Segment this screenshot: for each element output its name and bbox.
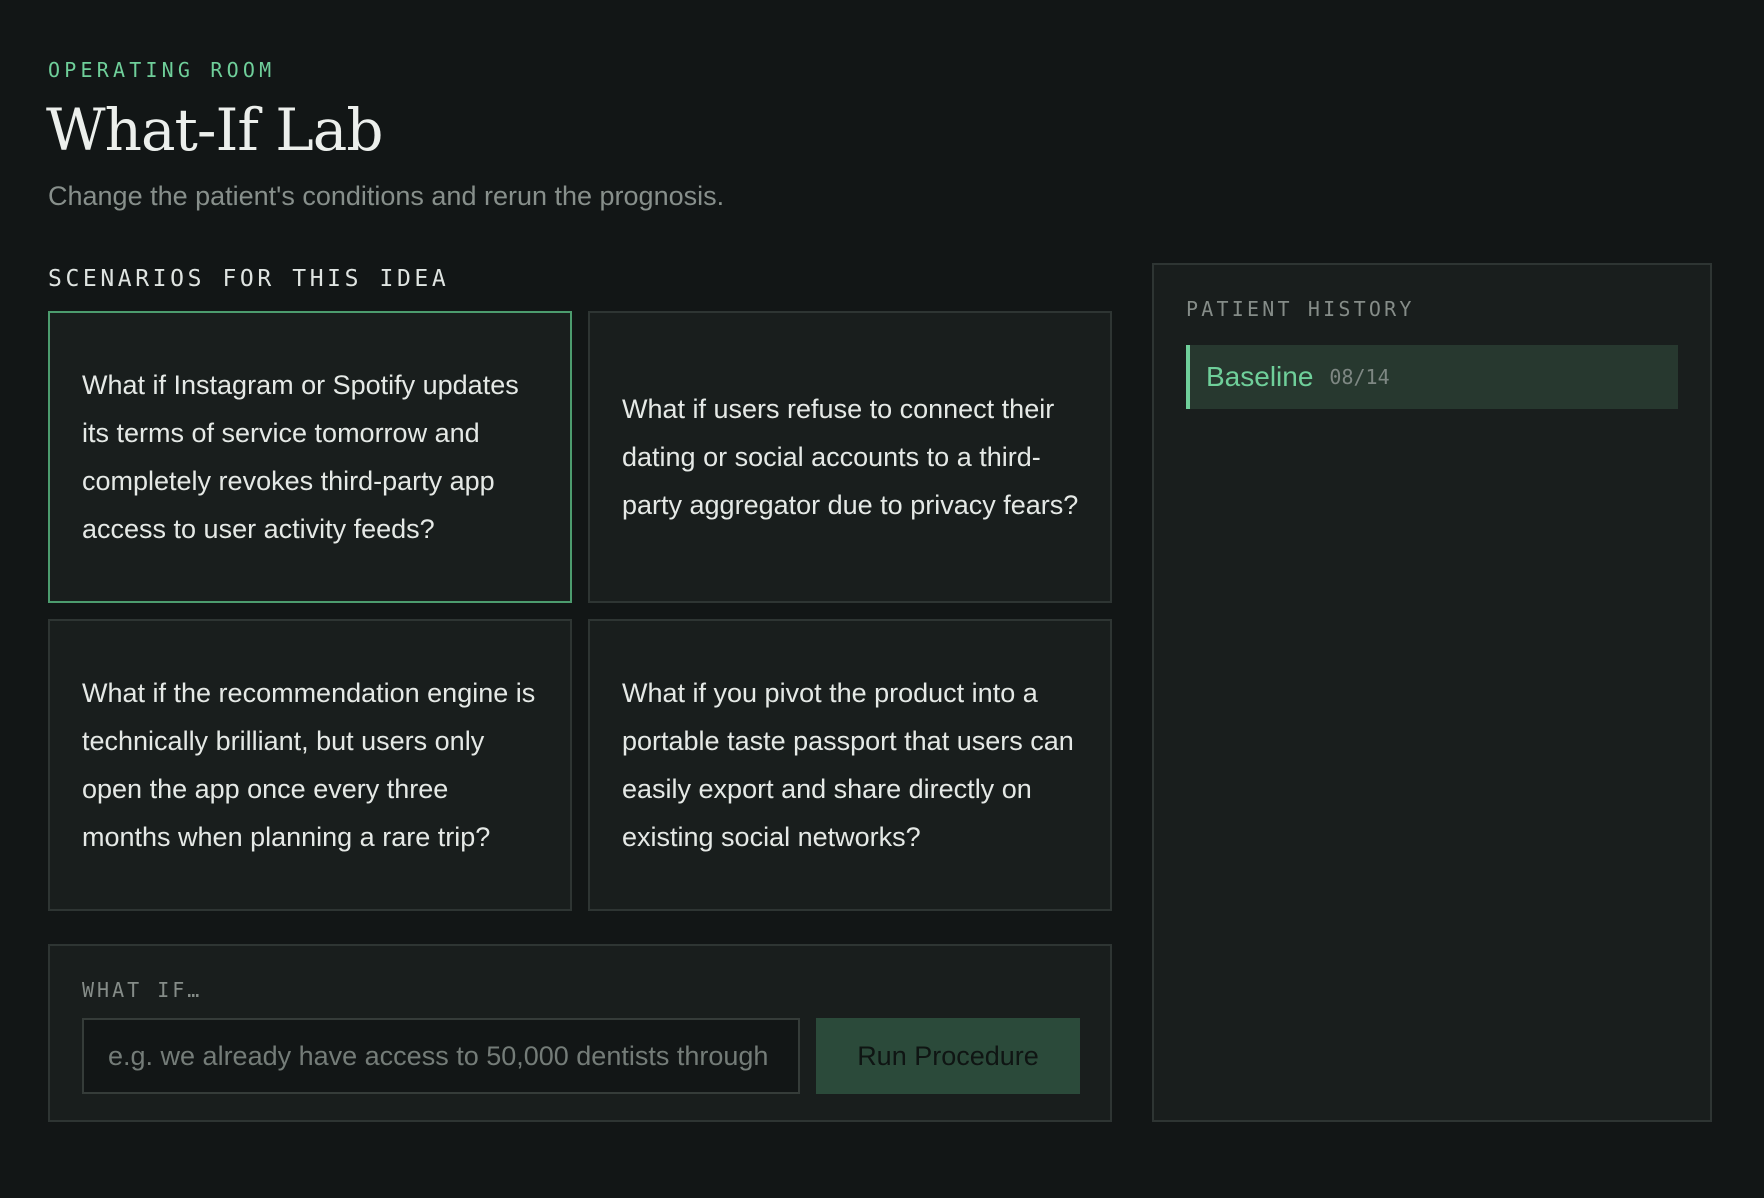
what-if-panel: WHAT IF… Run Procedure <box>48 944 1112 1122</box>
scenario-card[interactable]: What if users refuse to connect their da… <box>588 311 1112 603</box>
scenarios-heading: SCENARIOS FOR THIS IDEA <box>48 266 450 292</box>
run-procedure-button[interactable]: Run Procedure <box>816 1018 1080 1094</box>
page-subtitle: Change the patient's conditions and reru… <box>48 181 725 211</box>
scenario-text: What if the recommendation engine is tec… <box>82 678 536 852</box>
page-title: What-If Lab <box>46 96 383 164</box>
what-if-input[interactable] <box>82 1018 800 1094</box>
scenario-card[interactable]: What if you pivot the product into a por… <box>588 619 1112 911</box>
scenario-text: What if Instagram or Spotify updates its… <box>82 370 519 544</box>
what-if-label: WHAT IF… <box>82 978 203 1002</box>
patient-history-panel: PATIENT HISTORY Baseline 08/14 <box>1152 263 1712 1122</box>
history-item-date: 08/14 <box>1329 365 1390 389</box>
scenario-text: What if users refuse to connect their da… <box>622 394 1079 520</box>
history-item-baseline[interactable]: Baseline 08/14 <box>1186 345 1678 409</box>
history-item-name: Baseline <box>1206 361 1314 392</box>
section-eyebrow: OPERATING ROOM <box>48 58 276 82</box>
scenario-card[interactable]: What if the recommendation engine is tec… <box>48 619 572 911</box>
scenario-text: What if you pivot the product into a por… <box>622 678 1074 852</box>
scenario-card[interactable]: What if Instagram or Spotify updates its… <box>48 311 572 603</box>
patient-history-heading: PATIENT HISTORY <box>1186 297 1415 321</box>
